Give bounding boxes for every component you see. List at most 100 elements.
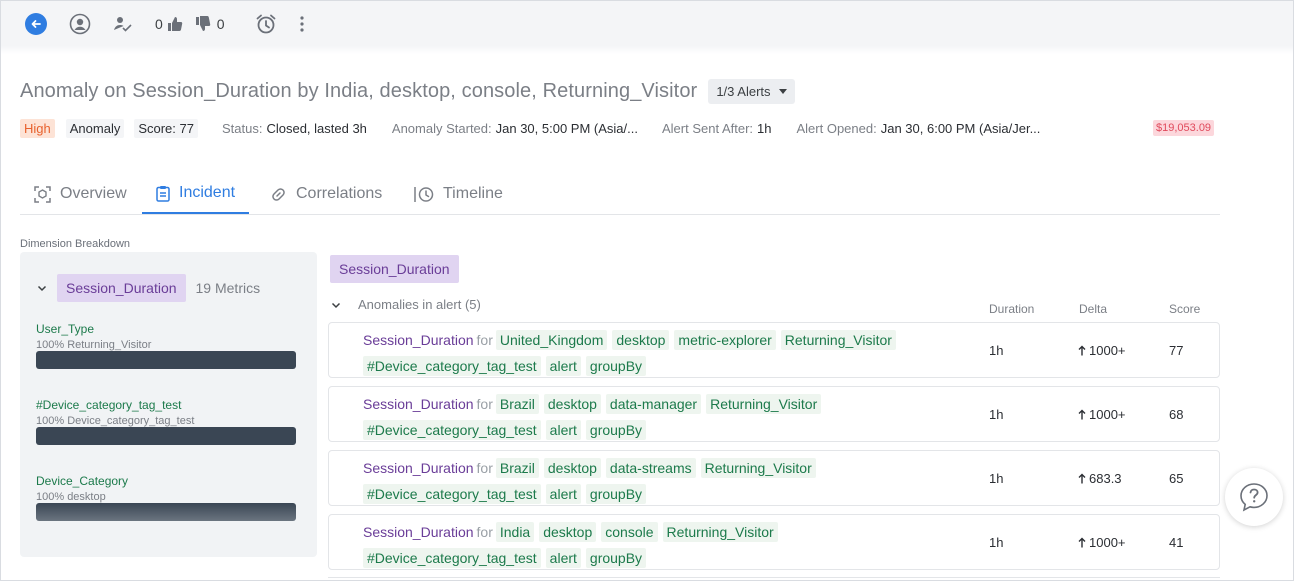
dimension-tag[interactable]: groupBy (585, 356, 647, 376)
tab-correlations[interactable]: Correlations (270, 174, 382, 214)
metrics-count: 19 Metrics (195, 280, 261, 296)
dimension-tag[interactable]: data-manager (605, 394, 702, 414)
score-cell: 41 (1169, 535, 1184, 550)
dimension-tag[interactable]: alert (545, 420, 581, 440)
user-circle-icon (69, 13, 91, 34)
dimension-bar (36, 427, 296, 445)
dimension-tag[interactable]: #Device_category_tag_test (363, 548, 541, 568)
dimension-share: 100% Returning_Visitor (36, 339, 152, 351)
caret-down-icon (778, 89, 787, 94)
dimension-tag[interactable]: alert (545, 548, 581, 568)
alerts-dropdown-label: 1/3 Alerts (716, 84, 771, 99)
assignee-button[interactable] (69, 12, 91, 36)
delta-value: 1000+ (1089, 343, 1126, 358)
clipboard-icon (156, 185, 170, 202)
dimension-tag[interactable]: alert (545, 484, 581, 504)
dimension-tag[interactable]: desktop (539, 522, 597, 542)
delta-cell: 1000+ (1078, 343, 1126, 358)
for-word: for (476, 396, 493, 412)
anomaly-row[interactable]: Session_Duration for Brazil desktop data-man… (328, 386, 1220, 442)
help-button[interactable] (1225, 468, 1283, 526)
anomaly-tags: Session_Duration for Brazil desktop data-man… (363, 391, 923, 443)
alert-sent-label: Alert Sent After: (661, 121, 754, 136)
dimension-tag[interactable]: #Device_category_tag_test (363, 484, 541, 504)
alarm-clock-icon (256, 14, 275, 33)
dimension-tag[interactable]: groupBy (585, 548, 647, 568)
delta-value: 1000+ (1089, 535, 1126, 550)
dimension-share: 100% desktop (36, 491, 106, 503)
dimension-tag[interactable]: desktop (543, 458, 601, 478)
thumbs-up-icon (167, 16, 183, 31)
metric-filter-chip[interactable]: Session_Duration (330, 255, 459, 283)
arrow-up-icon (1078, 537, 1086, 548)
user-check-icon (114, 16, 132, 32)
anomalies-heading: Anomalies in alert (5) (358, 297, 481, 312)
dimension-tag[interactable]: Returning_Visitor (700, 458, 816, 478)
anomaly-tags: Session_Duration for United_Kingdom desktop… (363, 327, 923, 379)
dimension-item[interactable]: #Device_category_tag_test 100% Device_ca… (36, 398, 296, 445)
dimension-tag[interactable]: console (601, 522, 658, 542)
dimension-tag[interactable]: Returning_Visitor (706, 394, 822, 414)
snooze-button[interactable] (255, 12, 277, 36)
status-label: Status: (221, 121, 263, 136)
anomalies-toggle[interactable]: Anomalies in alert (5) (330, 297, 481, 312)
anomaly-metric[interactable]: Session_Duration (363, 332, 474, 348)
tab-timeline[interactable]: Timeline (414, 174, 503, 214)
breakdown-metric-chip: Session_Duration (57, 274, 186, 302)
anomaly-metric[interactable]: Session_Duration (363, 396, 474, 412)
like-count: 0 (155, 15, 163, 32)
score-cell: 77 (1169, 343, 1184, 358)
dimension-tag[interactable]: India (495, 522, 535, 542)
dimension-share: 100% Device_category_tag_test (36, 415, 195, 427)
anomaly-started-label: Anomaly Started: (391, 121, 492, 136)
dimension-tag[interactable]: groupBy (585, 420, 647, 440)
more-vertical-icon (299, 15, 304, 32)
anomaly-row[interactable]: Session_Duration for United_Kingdom desktop… (328, 322, 1220, 378)
alerts-dropdown[interactable]: 1/3 Alerts (708, 79, 795, 104)
dimension-tag[interactable]: alert (545, 356, 581, 376)
type-badge: Anomaly (65, 119, 125, 138)
score-badge: Score: 77 (134, 119, 198, 138)
meta-row: High Anomaly Score: 77 Status: Closed, l… (20, 119, 1040, 138)
dimension-tag[interactable]: #Device_category_tag_test (363, 356, 541, 376)
dimension-tag[interactable]: Brazil (495, 458, 539, 478)
dimension-tag[interactable]: groupBy (585, 484, 647, 504)
dimension-bar (36, 351, 296, 369)
chevron-down-icon (37, 285, 47, 292)
anomaly-row[interactable]: Session_Duration for Brazil desktop data-str… (328, 450, 1220, 506)
tab-incident-label: Incident (179, 184, 236, 201)
dislike-count: 0 (216, 15, 225, 32)
dimension-tag[interactable]: Returning_Visitor (662, 522, 778, 542)
breakdown-header[interactable]: Session_Duration 19 Metrics (36, 274, 260, 302)
chevron-down-icon (331, 302, 341, 308)
more-options-button[interactable] (299, 12, 305, 36)
like-button[interactable]: 0 (155, 16, 183, 32)
dimension-tag[interactable]: United_Kingdom (495, 330, 608, 350)
dimension-tag[interactable]: desktop (612, 330, 670, 350)
anomaly-metric[interactable]: Session_Duration (363, 524, 474, 540)
tab-overview[interactable]: Overview (34, 174, 127, 214)
dimension-item[interactable]: Device_Category 100% desktop (36, 474, 296, 521)
dimension-breakdown-heading: Dimension Breakdown (20, 238, 131, 250)
toolbar: 0 0 (1, 1, 1293, 46)
dimension-tag[interactable]: metric-explorer (674, 330, 776, 350)
dimension-tag[interactable]: #Device_category_tag_test (363, 420, 541, 440)
anomaly-row[interactable]: Session_Duration for India desktop console Re… (328, 514, 1220, 570)
dimension-name: #Device_category_tag_test (36, 398, 182, 412)
score-column-header: Score (1169, 302, 1201, 316)
anomaly-metric[interactable]: Session_Duration (363, 460, 474, 476)
dimension-item[interactable]: User_Type 100% Returning_Visitor (36, 322, 296, 369)
dislike-button[interactable]: 0 (195, 15, 229, 32)
dimension-tag[interactable]: Returning_Visitor (780, 330, 896, 350)
toolbar-shadow (1, 46, 1293, 54)
dimension-tag[interactable]: data-streams (605, 458, 696, 478)
status-value: Closed, lasted 3h (266, 121, 367, 136)
arrow-up-icon (1078, 409, 1086, 420)
dimension-tag[interactable]: Brazil (495, 394, 539, 414)
delta-value: 1000+ (1089, 407, 1126, 422)
back-button[interactable] (25, 12, 47, 35)
thumbs-down-icon (195, 15, 211, 31)
acknowledge-button[interactable] (113, 12, 133, 36)
tab-incident[interactable]: Incident (142, 174, 250, 214)
dimension-tag[interactable]: desktop (543, 394, 601, 414)
